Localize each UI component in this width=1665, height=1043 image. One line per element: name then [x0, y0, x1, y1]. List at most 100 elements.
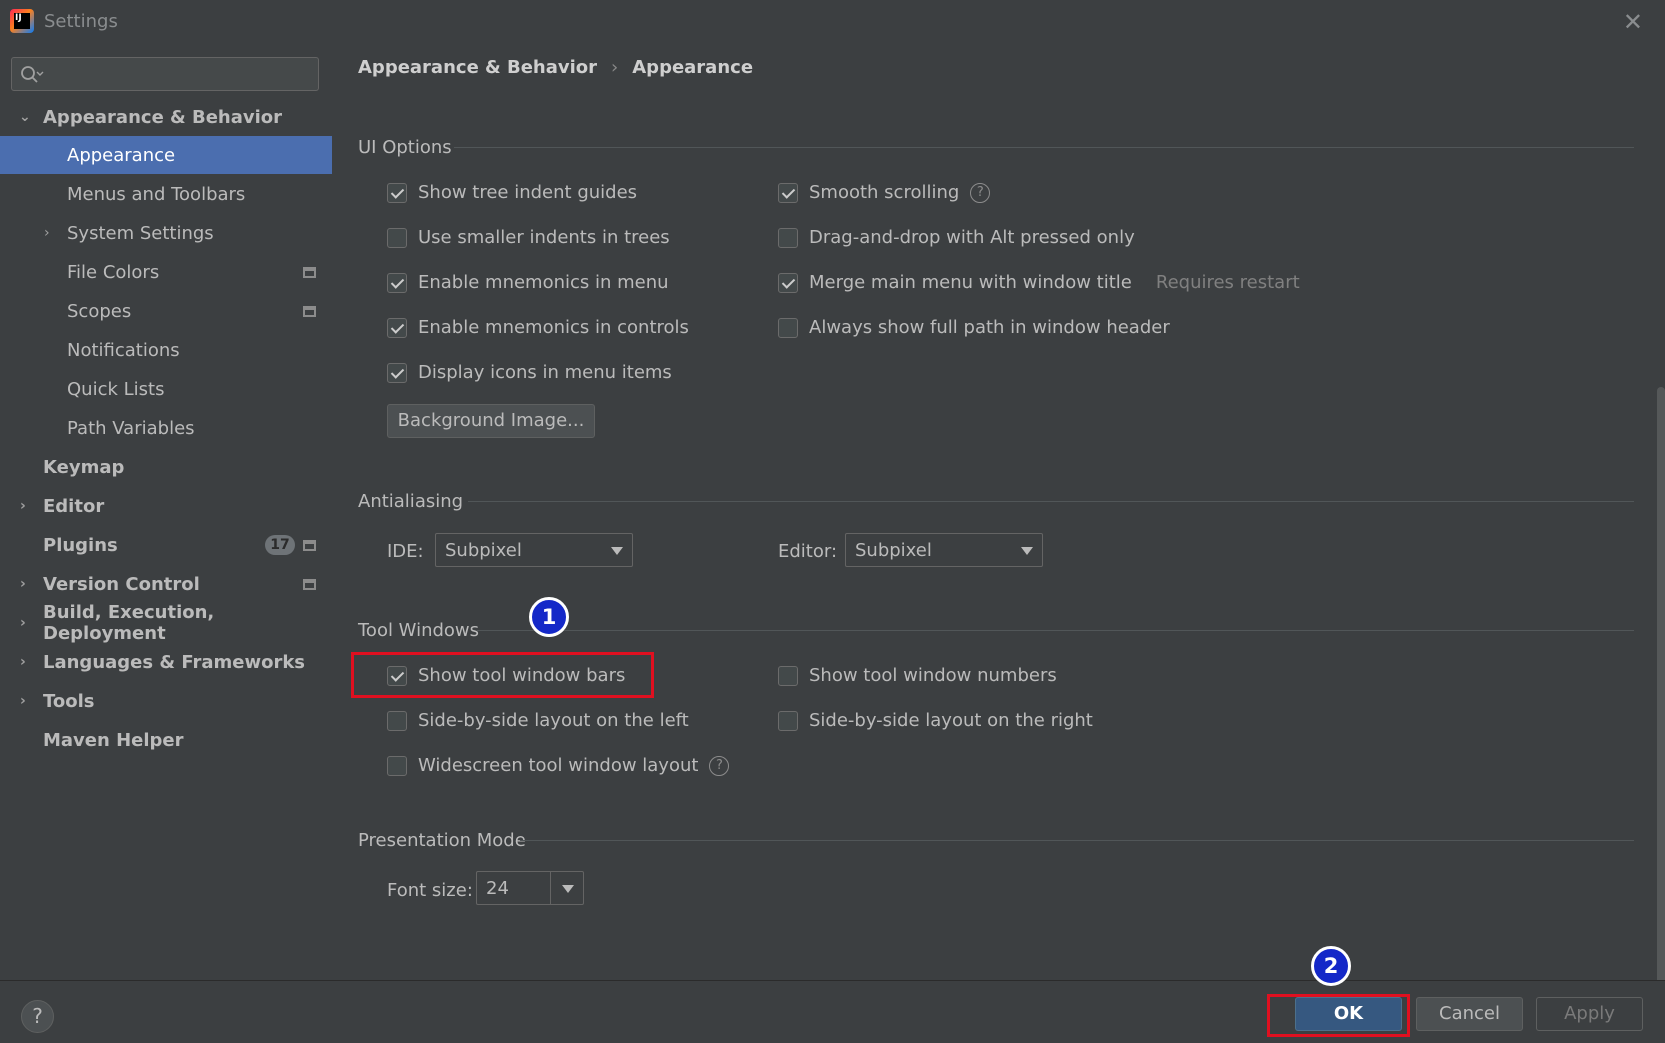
help-button[interactable]: ? — [21, 1000, 54, 1033]
section-divider — [520, 840, 1634, 841]
checkbox-label: Always show full path in window header — [809, 317, 1170, 338]
logo-text: IJ — [14, 13, 30, 29]
sidebar-item-system-settings[interactable]: › System Settings — [0, 214, 332, 252]
sidebar-item-label: Build, Execution, Deployment — [43, 602, 215, 644]
sidebar-item-languages-frameworks[interactable]: › Languages & Frameworks — [0, 643, 332, 681]
sidebar-item-path-variables[interactable]: Path Variables — [0, 409, 332, 447]
checkbox-side-by-side-right[interactable]: Side-by-side layout on the right — [778, 710, 1093, 731]
checkbox-label: Enable mnemonics in menu — [418, 272, 669, 293]
project-level-icon — [303, 578, 316, 590]
checkbox-unchecked[interactable] — [387, 227, 407, 248]
checkbox-side-by-side-left[interactable]: Side-by-side layout on the left — [387, 710, 689, 731]
sidebar-item-version-control[interactable]: › Version Control — [0, 565, 332, 603]
checkbox-label: Display icons in menu items — [418, 362, 672, 383]
highlight-show-tool-window-bars — [351, 652, 654, 698]
sidebar-item-scopes[interactable]: Scopes — [0, 292, 332, 330]
chevron-right-icon[interactable]: › — [20, 576, 26, 592]
window-title: Settings — [44, 11, 118, 32]
checkbox-merge-main-menu[interactable]: Merge main menu with window title Requir… — [778, 272, 1300, 293]
sidebar-item-notifications[interactable]: Notifications — [0, 331, 332, 369]
section-divider — [477, 630, 1634, 631]
dropdown-arrow-icon[interactable] — [562, 885, 574, 893]
settings-sidebar: ⌄ Appearance & Behavior Appearance Menus… — [0, 42, 332, 980]
ide-antialiasing-dropdown[interactable]: Subpixel — [435, 533, 633, 567]
checkbox-checked[interactable] — [387, 317, 407, 338]
checkbox-checked[interactable] — [778, 272, 798, 293]
sidebar-item-tools[interactable]: › Tools — [0, 682, 332, 720]
sidebar-item-label: File Colors — [67, 261, 160, 283]
checkbox-display-icons-menu[interactable]: Display icons in menu items — [387, 362, 672, 383]
checkbox-unchecked[interactable] — [778, 710, 798, 731]
chevron-right-icon[interactable]: › — [44, 225, 50, 241]
search-field[interactable] — [11, 57, 319, 91]
breadcrumb-parent[interactable]: Appearance & Behavior — [358, 57, 597, 78]
checkbox-use-smaller-indents[interactable]: Use smaller indents in trees — [387, 227, 670, 248]
chevron-down-icon[interactable]: ⌄ — [19, 109, 31, 125]
sidebar-item-quick-lists[interactable]: Quick Lists — [0, 370, 332, 408]
highlight-ok-button — [1267, 994, 1410, 1037]
checkbox-checked[interactable] — [387, 362, 407, 383]
checkbox-enable-mnemonics-controls[interactable]: Enable mnemonics in controls — [387, 317, 689, 338]
sidebar-item-label: Languages & Frameworks — [43, 651, 306, 673]
settings-content: Appearance & Behavior › Appearance UI Opti… — [332, 42, 1665, 1017]
editor-antialiasing-label: Editor: — [778, 541, 838, 562]
plugins-update-badge: 17 — [265, 535, 295, 555]
chevron-right-icon[interactable]: › — [20, 615, 26, 631]
checkbox-label: Enable mnemonics in controls — [418, 317, 689, 338]
checkbox-show-tool-window-numbers[interactable]: Show tool window numbers — [778, 665, 1057, 686]
sidebar-item-label: Appearance — [67, 144, 176, 166]
checkbox-smooth-scrolling[interactable]: Smooth scrolling ? — [778, 182, 991, 203]
checkbox-unchecked[interactable] — [387, 755, 407, 776]
checkbox-drag-and-drop-alt[interactable]: Drag-and-drop with Alt pressed only — [778, 227, 1135, 248]
requires-restart-note: Requires restart — [1155, 272, 1300, 293]
font-size-combo[interactable]: 24 — [476, 871, 584, 905]
sidebar-item-menus-toolbars[interactable]: Menus and Toolbars — [0, 175, 332, 213]
sidebar-item-appearance[interactable]: Appearance — [0, 136, 332, 174]
search-input[interactable] — [48, 62, 308, 86]
checkbox-unchecked[interactable] — [387, 710, 407, 731]
checkbox-checked[interactable] — [778, 182, 798, 203]
project-level-icon — [303, 305, 316, 317]
sidebar-item-label: Quick Lists — [67, 378, 165, 400]
sidebar-item-label: Path Variables — [67, 417, 195, 439]
vertical-scrollbar[interactable] — [1657, 387, 1665, 1017]
chevron-right-icon[interactable]: › — [20, 654, 26, 670]
checkbox-widescreen-layout[interactable]: Widescreen tool window layout ? — [387, 755, 730, 776]
intellij-logo-icon: IJ — [10, 9, 34, 33]
checkbox-checked[interactable] — [387, 272, 407, 293]
checkbox-unchecked[interactable] — [778, 665, 798, 686]
sidebar-item-maven-helper[interactable]: Maven Helper — [0, 721, 332, 759]
dialog-footer: ? OK Cancel Apply — [0, 980, 1665, 1043]
apply-button[interactable]: Apply — [1536, 997, 1643, 1031]
section-title-tool-windows: Tool Windows — [358, 620, 480, 641]
checkbox-label: Drag-and-drop with Alt pressed only — [809, 227, 1135, 248]
sidebar-item-keymap[interactable]: Keymap — [0, 448, 332, 486]
checkbox-always-show-full-path[interactable]: Always show full path in window header — [778, 317, 1170, 338]
help-icon[interactable]: ? — [709, 755, 730, 776]
sidebar-item-appearance-behavior[interactable]: ⌄ Appearance & Behavior — [0, 98, 332, 136]
checkbox-enable-mnemonics-menu[interactable]: Enable mnemonics in menu — [387, 272, 669, 293]
sidebar-item-plugins[interactable]: Plugins 17 — [0, 526, 332, 564]
chevron-right-icon[interactable]: › — [20, 498, 26, 514]
background-image-button[interactable]: Background Image... — [387, 404, 595, 438]
checkbox-unchecked[interactable] — [778, 227, 798, 248]
sidebar-item-editor[interactable]: › Editor — [0, 487, 332, 525]
editor-antialiasing-dropdown[interactable]: Subpixel — [845, 533, 1043, 567]
dropdown-value: Subpixel — [445, 540, 522, 561]
sidebar-item-file-colors[interactable]: File Colors — [0, 253, 332, 291]
chevron-right-icon[interactable]: › — [20, 693, 26, 709]
project-level-icon — [303, 539, 316, 551]
sidebar-item-label: System Settings — [67, 222, 214, 244]
checkbox-show-tree-indent-guides[interactable]: Show tree indent guides — [387, 182, 637, 203]
close-icon[interactable]: ✕ — [1623, 8, 1643, 36]
help-icon[interactable]: ? — [970, 182, 991, 203]
sidebar-item-build-execution[interactable]: › Build, Execution, Deployment — [0, 602, 332, 644]
checkbox-unchecked[interactable] — [778, 317, 798, 338]
checkbox-label: Use smaller indents in trees — [418, 227, 670, 248]
section-title-presentation-mode: Presentation Mode — [358, 830, 526, 851]
breadcrumb: Appearance & Behavior › Appearance — [358, 57, 753, 78]
section-divider — [468, 501, 1634, 502]
checkbox-checked[interactable] — [387, 182, 407, 203]
cancel-button[interactable]: Cancel — [1416, 997, 1523, 1031]
sidebar-item-label: Menus and Toolbars — [67, 183, 246, 205]
